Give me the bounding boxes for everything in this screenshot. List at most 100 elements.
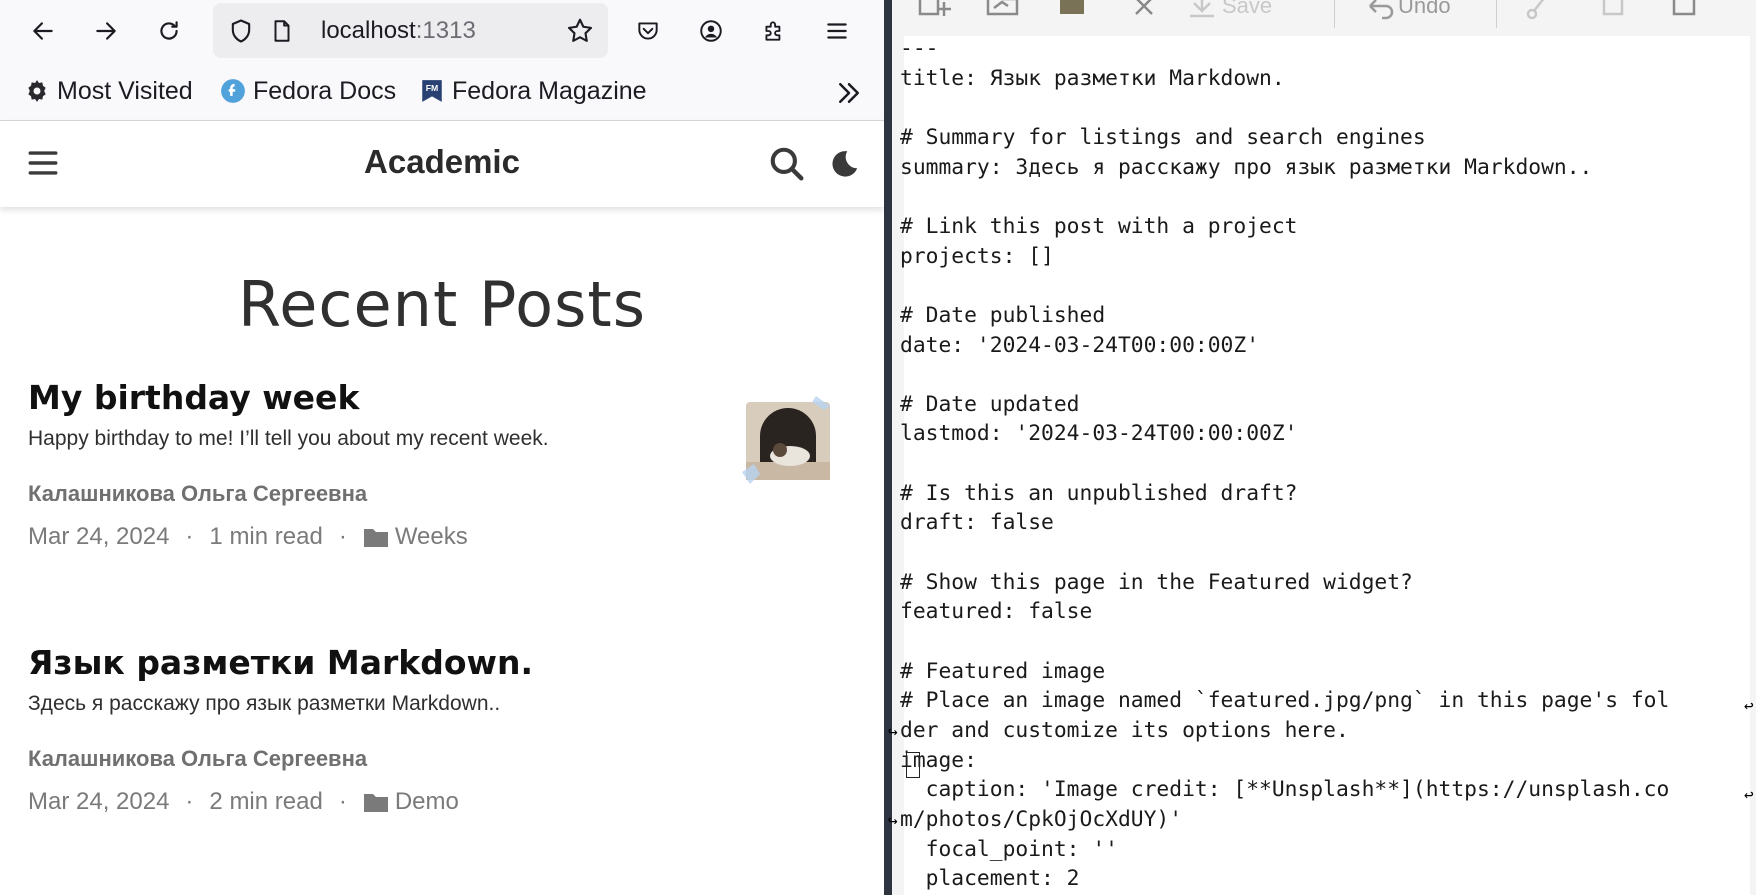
post-category[interactable]: Demo <box>395 788 459 816</box>
code-line: # Place an image named `featured.jpg/png… <box>900 688 1670 714</box>
code-line: caption: 'Image credit: [**Unsplash**](h… <box>900 777 1670 803</box>
code-line: projects: [] <box>900 243 1054 269</box>
post-meta: Mar 24, 2024 · 2 min read · Demo <box>28 788 858 816</box>
account-icon <box>700 20 722 42</box>
post-read-time: 2 min read <box>209 788 323 815</box>
url-port: :1313 <box>415 17 476 44</box>
reload-button[interactable] <box>147 9 191 53</box>
post-summary: Здесь я расскажу про язык разметки Markd… <box>28 692 501 715</box>
fedora-icon <box>220 78 246 104</box>
browser-window: localhost:1313 Most Visited Fedora Docs <box>0 0 884 895</box>
meta-separator: · <box>338 788 347 815</box>
code-line: # Show this page in the Featured widget? <box>900 569 1413 595</box>
url-text[interactable]: localhost:1313 <box>321 17 476 45</box>
puzzle-icon <box>765 21 781 41</box>
app-menu-button[interactable] <box>815 9 859 53</box>
post-category[interactable]: Weeks <box>395 523 468 551</box>
extensions-button[interactable] <box>752 9 796 53</box>
post-title[interactable]: Язык разметки Markdown. <box>28 643 858 682</box>
paste-icon <box>1672 0 1696 16</box>
editor-toolbar: Save Undo <box>892 0 1756 36</box>
code-line: der and customize its options here. <box>900 717 1349 743</box>
wrap-continue-icon: ↪ <box>888 722 898 741</box>
close-button[interactable] <box>1130 0 1160 24</box>
save-as-button[interactable] <box>1054 0 1090 24</box>
code-line: # Featured image <box>900 658 1106 684</box>
code-line: # Date updated <box>900 391 1080 417</box>
post-meta: Mar 24, 2024 · 1 min read · Weeks <box>28 523 858 551</box>
post-date: Mar 24, 2024 <box>28 523 170 550</box>
save-button[interactable]: Save <box>1184 0 1272 24</box>
code-line: # Link this post with a project <box>900 213 1298 239</box>
code-line: date: '2024-03-24T00:00:00Z' <box>900 332 1260 358</box>
meta-separator: · <box>338 523 347 550</box>
post-card: Язык разметки Markdown. Здесь я расскажу… <box>28 643 858 816</box>
save-label: Save <box>1222 0 1273 18</box>
svg-text:FM: FM <box>426 83 439 93</box>
bookmark-fedora-magazine[interactable]: FM Fedora Magazine <box>419 74 647 108</box>
search-icon[interactable] <box>768 145 806 183</box>
text-cursor <box>906 752 920 778</box>
cut-button[interactable] <box>1520 0 1556 24</box>
post-author[interactable]: Калашникова Ольга Сергеевна <box>28 746 858 772</box>
back-button[interactable] <box>21 9 65 53</box>
post-card: My birthday week Happy birthday to me! I… <box>28 378 858 551</box>
bookmarks-toolbar: Most Visited Fedora Docs FM Fedora Magaz… <box>0 62 884 121</box>
code-line: m/photos/CpkOjOcXdUY)' <box>900 806 1183 832</box>
page-icon[interactable] <box>269 17 295 45</box>
open-button[interactable] <box>984 0 1024 24</box>
chevron-double-right-icon[interactable] <box>834 78 864 108</box>
post-thumbnail[interactable] <box>740 392 836 488</box>
navigation-toolbar: localhost:1313 <box>0 0 884 62</box>
bookmark-label: Fedora Docs <box>253 76 397 105</box>
copy-icon <box>1602 0 1624 16</box>
account-button[interactable] <box>689 9 733 53</box>
shield-icon[interactable] <box>227 17 255 45</box>
paste-button[interactable] <box>1666 0 1702 24</box>
post-author[interactable]: Калашникова Ольга Сергеевна <box>28 481 858 507</box>
bookmark-most-visited[interactable]: Most Visited <box>24 74 193 108</box>
fedora-magazine-icon: FM <box>419 78 445 104</box>
copy-button[interactable] <box>1594 0 1630 24</box>
new-file-button[interactable] <box>914 0 954 24</box>
post-title[interactable]: My birthday week <box>28 378 858 417</box>
code-line: # Summary for listings and search engine… <box>900 124 1426 150</box>
reload-icon <box>160 21 178 40</box>
site-title[interactable]: Academic <box>0 143 884 181</box>
window-divider <box>884 0 892 895</box>
code-line: lastmod: '2024-03-24T00:00:00Z' <box>900 421 1298 447</box>
forward-button[interactable] <box>84 9 128 53</box>
star-icon[interactable] <box>565 16 595 46</box>
scissors-icon <box>1526 0 1545 20</box>
pocket-icon <box>638 22 658 40</box>
wrap-arrow-icon: ↩ <box>1744 785 1754 804</box>
code-line: featured: false <box>900 599 1093 625</box>
toolbar-separator <box>1334 0 1335 28</box>
undo-icon <box>1369 0 1394 20</box>
meta-separator: · <box>185 523 194 550</box>
folder-icon <box>363 791 389 813</box>
bookmark-label: Most Visited <box>57 76 193 105</box>
folder-icon <box>363 526 389 548</box>
url-host: localhost <box>321 17 416 44</box>
url-bar[interactable]: localhost:1313 <box>213 3 608 58</box>
undo-button[interactable]: Undo <box>1362 0 1451 24</box>
wrap-continue-icon: ↪ <box>888 811 898 830</box>
undo-label: Undo <box>1398 0 1451 18</box>
folder-open-icon <box>986 0 1019 16</box>
toolbar-separator <box>1496 0 1497 28</box>
code-line: draft: false <box>900 510 1054 536</box>
post-summary: Happy birthday to me! I’ll tell you abou… <box>28 427 549 450</box>
code-line: # Is this an unpublished draft? <box>900 480 1298 506</box>
code-line: title: Язык разметки Markdown. <box>900 65 1285 91</box>
bookmark-fedora-docs[interactable]: Fedora Docs <box>220 74 396 108</box>
arrow-right-icon <box>96 22 116 40</box>
wrap-arrow-icon: ↩ <box>1744 696 1754 715</box>
moon-icon[interactable] <box>826 145 860 183</box>
section-heading: Recent Posts <box>237 268 646 341</box>
arrow-left-icon <box>33 22 53 40</box>
code-line: summary: Здесь я расскажу про язык разме… <box>900 154 1593 180</box>
site-navbar: Academic <box>0 121 884 207</box>
download-icon <box>1190 0 1214 18</box>
pocket-button[interactable] <box>626 9 670 53</box>
